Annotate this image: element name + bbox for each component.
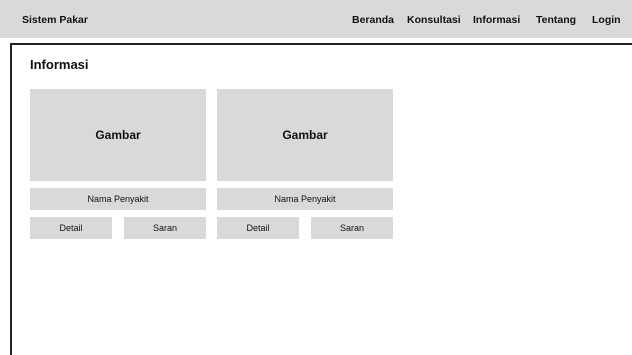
card-image-placeholder: Gambar: [217, 89, 393, 181]
card-image-placeholder: Gambar: [30, 89, 206, 181]
page-title: Informasi: [30, 57, 89, 72]
top-navbar: Sistem Pakar Beranda Konsultasi Informas…: [0, 0, 632, 38]
nav-item-beranda[interactable]: Beranda: [352, 14, 394, 26]
nav-item-informasi[interactable]: Informasi: [473, 14, 520, 26]
saran-button[interactable]: Saran: [124, 217, 206, 239]
nav-item-tentang[interactable]: Tentang: [536, 14, 576, 26]
card-image-label: Gambar: [95, 128, 141, 142]
card-disease-name: Nama Penyakit: [217, 188, 393, 210]
nav-item-konsultasi[interactable]: Konsultasi: [407, 14, 461, 26]
brand-title[interactable]: Sistem Pakar: [22, 14, 88, 26]
detail-button[interactable]: Detail: [217, 217, 299, 239]
card-image-label: Gambar: [282, 128, 328, 142]
card-disease-name: Nama Penyakit: [30, 188, 206, 210]
detail-button[interactable]: Detail: [30, 217, 112, 239]
nav-item-login[interactable]: Login: [592, 14, 621, 26]
saran-button[interactable]: Saran: [311, 217, 393, 239]
